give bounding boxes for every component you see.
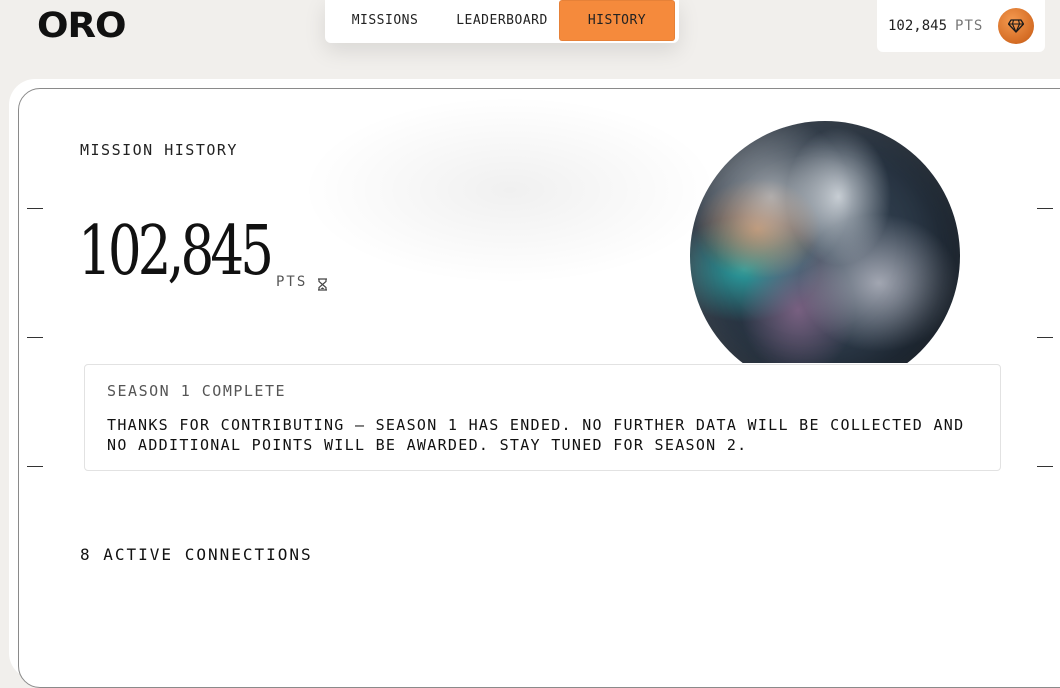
season-notice: SEASON 1 COMPLETE THANKS FOR CONTRIBUTIN… — [84, 364, 1001, 471]
edge-tick — [27, 466, 43, 467]
edge-tick — [27, 208, 43, 209]
notice-body: THANKS FOR CONTRIBUTING – SEASON 1 HAS E… — [107, 416, 965, 454]
points-unit: PTS — [955, 18, 984, 34]
total-points: 102,845 — [78, 212, 274, 291]
points-badge[interactable]: 102,845 PTS — [877, 0, 1045, 52]
points-value: 102,845 — [888, 18, 948, 34]
hourglass-icon — [317, 276, 328, 295]
main-nav: MISSIONS LEADERBOARD HISTORY — [325, 0, 679, 43]
edge-tick — [1037, 466, 1053, 467]
connections-heading: 8 ACTIVE CONNECTIONS — [80, 545, 313, 564]
tab-history[interactable]: HISTORY — [559, 0, 675, 41]
notice-title: SEASON 1 COMPLETE — [107, 382, 287, 400]
planet-image — [690, 121, 960, 391]
edge-tick — [1037, 208, 1053, 209]
diamond-icon — [998, 8, 1034, 44]
total-points-unit: PTS — [276, 274, 308, 290]
edge-tick — [27, 337, 43, 338]
section-title: MISSION HISTORY — [80, 141, 238, 159]
oro-logo[interactable]: ORO — [37, 6, 127, 46]
edge-tick — [1037, 337, 1053, 338]
tab-leaderboard[interactable]: LEADERBOARD — [445, 0, 559, 41]
tab-missions[interactable]: MISSIONS — [325, 0, 445, 41]
soft-shadow — [300, 95, 720, 285]
